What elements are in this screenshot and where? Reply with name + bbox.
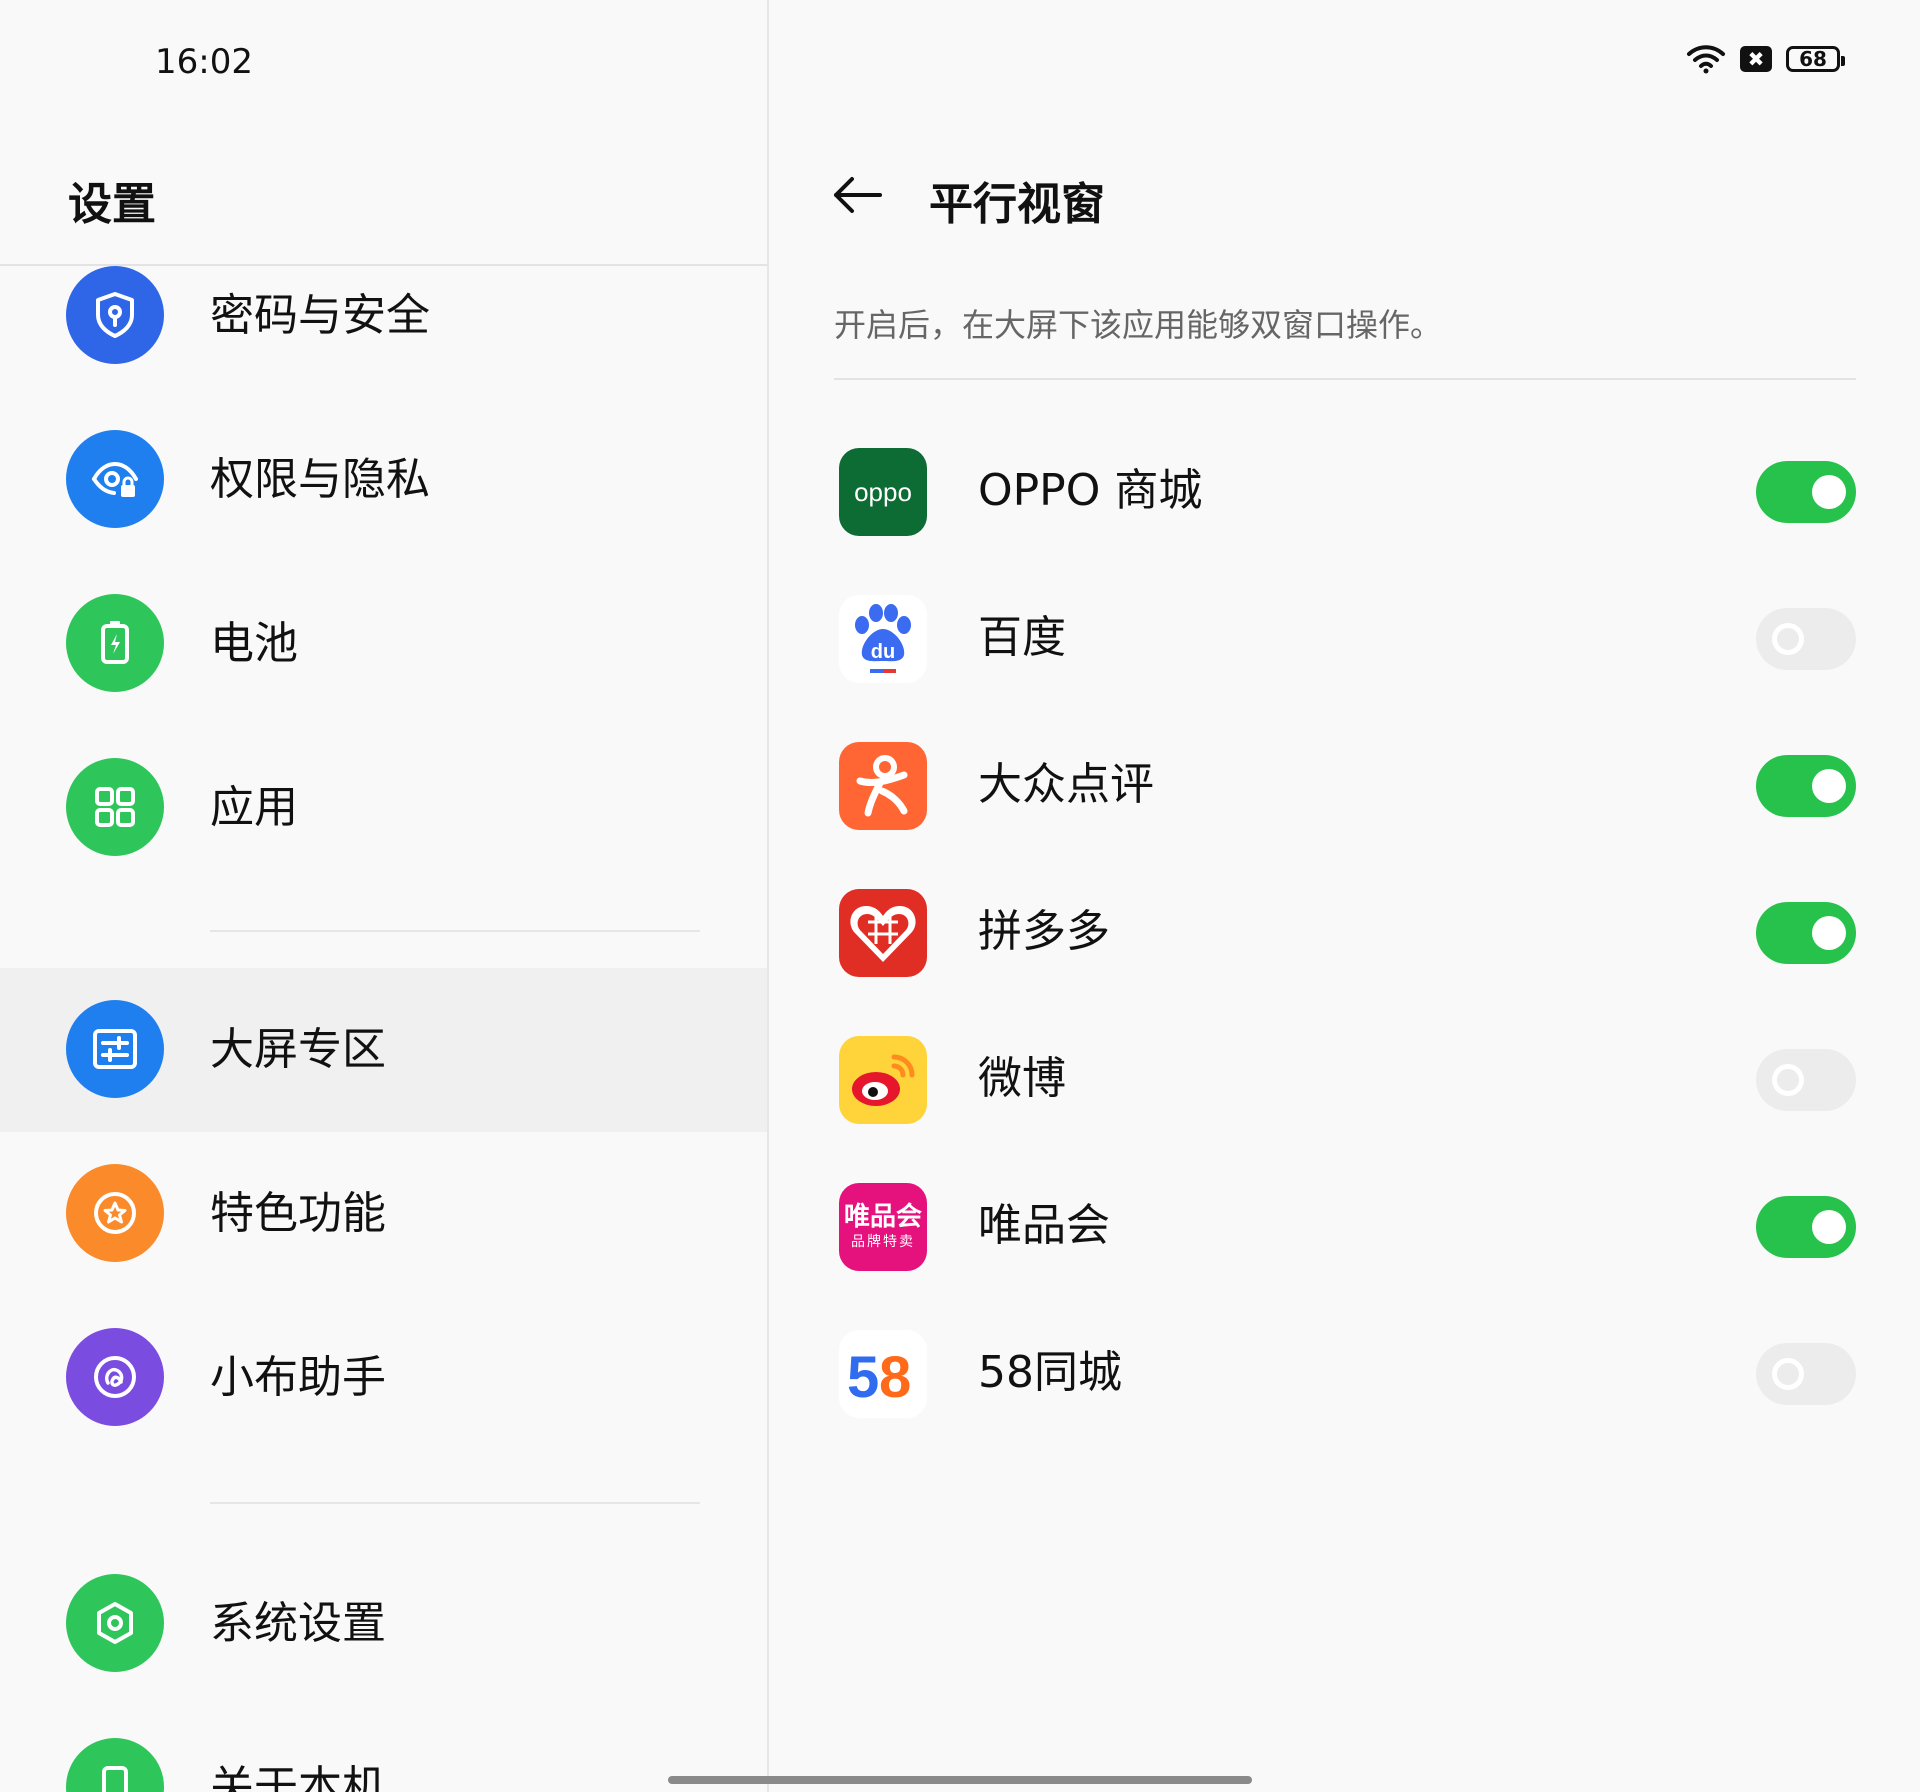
privacy-eye-icon	[66, 430, 164, 528]
svg-text:8: 8	[879, 1345, 911, 1409]
status-icons: ✖ 68	[1686, 44, 1845, 74]
parallel-window-toggle[interactable]	[1756, 1049, 1856, 1111]
sidebar-item-breeno[interactable]: 小布助手	[0, 1296, 767, 1460]
group-divider	[210, 1502, 700, 1504]
58-icon: 5588	[839, 1330, 927, 1418]
sidebar-item-about[interactable]: 关于本机	[0, 1706, 767, 1792]
sidebar-item-label: 大屏专区	[210, 1024, 386, 1075]
weibo-icon	[839, 1036, 927, 1124]
baidu-icon: du	[839, 595, 927, 683]
page-description: 开启后，在大屏下该应用能够双窗口操作。	[834, 306, 1443, 344]
parallel-window-toggle[interactable]	[1756, 755, 1856, 817]
sidebar-title: 设置	[68, 179, 156, 230]
sidebar-item-label: 关于本机	[210, 1762, 386, 1792]
status-time: 16:02	[155, 42, 253, 82]
phone-icon	[66, 1738, 164, 1792]
pinduoduo-icon	[839, 889, 927, 977]
sidebar-item-label: 应用	[210, 782, 298, 833]
sidebar-item-features[interactable]: 特色功能	[0, 1132, 767, 1296]
home-indicator[interactable]	[668, 1776, 1252, 1784]
sidebar-item-label: 密码与安全	[210, 290, 430, 341]
back-button[interactable]	[826, 168, 888, 222]
parallel-window-toggle[interactable]	[1756, 1196, 1856, 1258]
settings-sidebar: 16:02 设置 密码与安全 权限与隐私 电池 应用 大屏专区 特色功能 小布助…	[0, 0, 767, 1792]
app-name: 百度	[978, 612, 1066, 663]
sidebar-item-label: 电池	[210, 618, 298, 669]
parallel-window-toggle[interactable]	[1756, 1343, 1856, 1405]
hexagon-settings-icon	[66, 1574, 164, 1672]
sidebar-item-apps[interactable]: 应用	[0, 726, 767, 890]
app-name: OPPO 商城	[978, 465, 1203, 516]
sidebar-item-label: 小布助手	[210, 1352, 386, 1403]
app-row-vipshop: 唯品会 品牌特卖 唯品会	[769, 1153, 1920, 1300]
app-row-oppo-store: oppo OPPO 商城	[769, 418, 1920, 565]
group-divider	[210, 930, 700, 932]
sidebar-item-label: 特色功能	[210, 1188, 386, 1239]
parallel-window-toggle[interactable]	[1756, 902, 1856, 964]
battery-status-icon: 68	[1786, 46, 1845, 72]
description-divider	[834, 378, 1856, 380]
shield-icon	[66, 266, 164, 364]
sidebar-item-system-settings[interactable]: 系统设置	[0, 1542, 767, 1706]
app-name: 唯品会	[978, 1200, 1110, 1251]
assistant-icon	[66, 1328, 164, 1426]
sidebar-item-label: 系统设置	[210, 1598, 386, 1649]
oppo-store-icon: oppo	[839, 448, 927, 536]
arrow-left-icon	[834, 177, 882, 213]
app-name: 大众点评	[978, 759, 1154, 810]
app-name: 拼多多	[978, 906, 1110, 957]
app-row-dianping: 大众点评	[769, 712, 1920, 859]
page-title: 平行视窗	[929, 179, 1105, 230]
parallel-window-toggle[interactable]	[1756, 608, 1856, 670]
svg-text:5: 5	[847, 1345, 879, 1409]
app-row-baidu: du 百度	[769, 565, 1920, 712]
sidebar-item-permissions-privacy[interactable]: 权限与隐私	[0, 398, 767, 562]
battery-icon	[66, 594, 164, 692]
star-icon	[66, 1164, 164, 1262]
wifi-icon	[1687, 45, 1725, 74]
app-row-pinduoduo: 拼多多	[769, 859, 1920, 1006]
svg-text:du: du	[871, 641, 895, 663]
sidebar-item-battery[interactable]: 电池	[0, 562, 767, 726]
app-name: 58同城	[978, 1347, 1122, 1398]
app-row-58tongcheng: 5588 58同城	[769, 1300, 1920, 1447]
sidebar-item-large-screen[interactable]: 大屏专区	[0, 968, 767, 1132]
vipshop-icon: 唯品会 品牌特卖	[839, 1183, 927, 1271]
app-name: 微博	[978, 1053, 1066, 1104]
sidebar-item-password-security[interactable]: 密码与安全	[0, 234, 767, 398]
apps-grid-icon	[66, 758, 164, 856]
dianping-icon	[839, 742, 927, 830]
sliders-icon	[66, 1000, 164, 1098]
app-row-weibo: 微博	[769, 1006, 1920, 1153]
notification-x-icon: ✖	[1740, 46, 1772, 72]
parallel-window-panel: ✖ 68 平行视窗 开启后，在大屏下该应用能够双窗口操作。 oppo OPPO …	[769, 0, 1920, 1792]
sidebar-item-label: 权限与隐私	[210, 454, 430, 505]
parallel-window-toggle[interactable]	[1756, 461, 1856, 523]
